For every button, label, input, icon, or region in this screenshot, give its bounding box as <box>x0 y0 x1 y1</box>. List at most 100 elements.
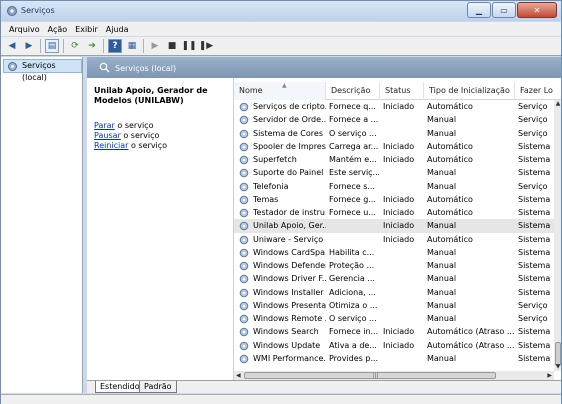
table-row[interactable]: Windows Installer Adiciona, ... Manual Sist… <box>234 286 554 299</box>
tab-estendido[interactable]: Estendido <box>95 381 145 393</box>
table-row[interactable]: Windows Search Fornece in... Iniciado Autom… <box>234 325 554 338</box>
service-name-cell: Spooler de Impres... <box>253 141 326 151</box>
window-title: Serviços <box>21 6 55 15</box>
service-name-cell: Serviços de cripto... <box>253 102 326 111</box>
column-header-descricao[interactable]: Descrição <box>326 82 380 100</box>
restart-service-icon[interactable]: ❚▶ <box>199 39 213 53</box>
table-row[interactable]: Telefonia Fornece s... Manual Serviço <box>234 180 554 193</box>
service-name-cell: Windows Update <box>253 340 321 350</box>
service-startup-type-cell: Automático (Atraso ... <box>427 340 515 350</box>
back-arrow-icon[interactable]: ◀ <box>5 39 19 53</box>
menu-arquivo[interactable]: Arquivo <box>9 25 40 34</box>
service-status-cell: Iniciado <box>383 234 415 244</box>
service-startup-type-cell: Manual <box>427 247 457 257</box>
pane-header: Serviços (local) <box>87 57 561 78</box>
horizontal-scrollbar[interactable]: ◀ ||| ▶ <box>234 371 554 380</box>
scroll-down-icon[interactable]: ▼ <box>554 363 561 371</box>
table-row[interactable]: Windows Defender Proteção ... Manual Sistem… <box>234 259 554 272</box>
table-row[interactable]: Windows Driver F... Gerencia ... Manual Sis… <box>234 272 554 285</box>
table-row[interactable]: Servidor de Orde... Fornece a ... Manual Se… <box>234 113 554 126</box>
scroll-left-icon[interactable]: ◀ <box>236 371 241 380</box>
service-name-cell: WMI Performance... <box>253 353 326 363</box>
service-startup-type-cell: Manual <box>427 353 457 363</box>
view-tabs: Estendido Padrão <box>87 380 561 393</box>
service-name-cell: Temas <box>253 194 279 204</box>
table-row[interactable]: Serviços de cripto... Fornece q... Iniciad… <box>234 100 554 113</box>
properties-icon[interactable]: ▦ <box>125 39 139 53</box>
start-service-icon[interactable]: ▶ <box>148 39 162 53</box>
column-header-fazer-logon[interactable]: Fazer Lo <box>515 82 561 100</box>
service-description-panel: Unilab Apoio, Gerador de Modelos (UNILAB… <box>87 78 232 378</box>
vertical-scrollbar[interactable]: ▲ ▼ <box>554 100 561 371</box>
maximize-button[interactable]: ▭ <box>492 2 516 18</box>
menu-ajuda[interactable]: Ajuda <box>106 25 129 34</box>
service-name-cell: Uniware - Serviço ... <box>253 234 326 244</box>
table-row[interactable]: Windows CardSpa... Habilita c... Manual Sis… <box>234 246 554 259</box>
service-status-cell: Iniciado <box>383 327 415 337</box>
table-row[interactable]: Sistema de Cores ... O serviço ... Manual S… <box>234 127 554 140</box>
column-label: Fazer Lo <box>520 86 553 95</box>
services-list: ▲ Nome Descrição Status Tipo de Iniciali… <box>233 78 561 380</box>
service-description-cell: Carrega ar... <box>329 141 379 151</box>
refresh-icon[interactable]: ⟳ <box>68 39 82 53</box>
tree-item-services-local[interactable]: Serviços (local) <box>3 59 82 82</box>
service-name-cell: Windows Presenta... <box>253 300 326 310</box>
forward-arrow-icon[interactable]: ▶ <box>22 39 36 53</box>
minimize-button[interactable]: ▁ <box>467 2 491 18</box>
table-row[interactable]: WMI Performance... Provides p... Manual Sis… <box>234 352 554 365</box>
service-startup-type-cell: Automático <box>427 102 473 111</box>
service-description-cell: Fornece a ... <box>329 115 379 125</box>
tab-padrao[interactable]: Padrão <box>139 381 177 393</box>
close-button[interactable]: ✕ <box>517 2 557 18</box>
service-name-cell: Suporte do Painel ... <box>253 168 326 178</box>
action-stop: Parar o serviço <box>94 121 225 131</box>
service-name-cell: Windows Remote ... <box>253 314 326 323</box>
stop-service-link[interactable]: Parar <box>94 121 115 130</box>
help-icon[interactable]: ? <box>108 39 122 53</box>
service-startup-type-cell: Automático <box>427 234 473 244</box>
stop-service-icon[interactable]: ■ <box>165 39 179 53</box>
export-list-icon[interactable]: ➔ <box>85 39 99 53</box>
table-row[interactable]: Testador de instru... Fornece u... Iniciad… <box>234 206 554 219</box>
scroll-right-icon[interactable]: ▶ <box>547 371 552 380</box>
column-header-status[interactable]: Status <box>380 82 424 100</box>
service-actions: Parar o serviço Pausar o serviço Reinici… <box>94 121 225 151</box>
table-row[interactable]: Unilab Apoio, Ger... Iniciado Manual Sistem… <box>234 219 554 233</box>
table-row[interactable]: Windows Presenta... Otimiza o ... Manual Se… <box>234 299 554 312</box>
service-startup-type-cell: Automático <box>427 155 473 164</box>
column-label: Status <box>385 86 411 95</box>
table-row[interactable]: Temas Fornece g... Iniciado Automático Siste… <box>234 193 554 206</box>
table-row[interactable]: Windows Update Ativa a de... Iniciado Autom… <box>234 339 554 352</box>
service-status-cell: Iniciado <box>383 221 415 231</box>
service-name-cell: Testador de instru... <box>253 208 326 217</box>
close-icon: ✕ <box>533 5 541 15</box>
table-row[interactable]: Uniware - Serviço ... Iniciado Automático S… <box>234 233 554 246</box>
service-name-cell: Superfetch <box>253 155 297 164</box>
toolbar-separator <box>103 39 104 53</box>
list-header: ▲ Nome Descrição Status Tipo de Iniciali… <box>234 78 561 100</box>
table-row[interactable]: Windows Remote ... O serviço ... Manual Ser… <box>234 312 554 325</box>
service-description-cell: Fornece s... <box>329 181 376 191</box>
scroll-up-icon[interactable]: ▲ <box>554 100 561 108</box>
show-console-tree-icon[interactable]: ▤ <box>45 39 59 53</box>
action-suffix: o serviço <box>120 131 160 140</box>
service-description-cell: Ativa a de... <box>329 340 377 350</box>
title-bar[interactable]: Serviços ▁ ▭ ✕ <box>1 1 561 21</box>
horizontal-scroll-thumb[interactable]: ||| <box>244 372 496 379</box>
menu-bar: Arquivo Ação Exibir Ajuda <box>1 22 561 36</box>
menu-acao[interactable]: Ação <box>48 25 68 34</box>
restart-service-link[interactable]: Reiniciar <box>94 141 128 150</box>
service-description-cell: O serviço ... <box>329 314 377 323</box>
service-description-cell: Fornece q... <box>329 102 376 111</box>
action-restart: Reiniciar o serviço <box>94 141 225 151</box>
table-row[interactable]: Spooler de Impres... Carrega ar... Iniciad… <box>234 140 554 153</box>
column-header-nome[interactable]: ▲ Nome <box>234 82 326 100</box>
service-rows: Serviços de cripto... Fornece q... Iniciad… <box>234 100 554 365</box>
pause-service-icon[interactable]: ❚❚ <box>181 39 196 53</box>
service-startup-type-cell: Manual <box>427 300 457 310</box>
pause-service-link[interactable]: Pausar <box>94 131 121 140</box>
table-row[interactable]: Superfetch Mantém e... Iniciado Automático S… <box>234 153 554 166</box>
column-header-tipo-inicializacao[interactable]: Tipo de Inicialização <box>424 82 515 100</box>
menu-exibir[interactable]: Exibir <box>75 25 98 34</box>
table-row[interactable]: Suporte do Painel ... Este serviç... Manua… <box>234 166 554 179</box>
